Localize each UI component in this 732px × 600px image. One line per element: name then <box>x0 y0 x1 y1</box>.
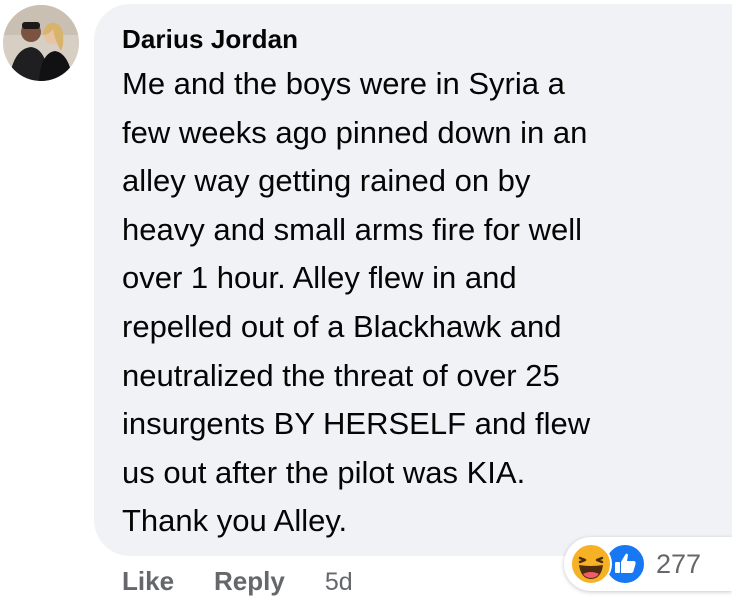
comment-bubble: Darius Jordan Me and the boys were in Sy… <box>94 4 732 556</box>
profile-photo-icon <box>3 5 79 81</box>
haha-icon <box>570 543 612 585</box>
like-button[interactable]: Like <box>122 566 174 597</box>
comment-timestamp[interactable]: 5d <box>325 568 353 597</box>
comment-author[interactable]: Darius Jordan <box>122 22 712 56</box>
comment-actions: Like Reply 5d <box>122 566 353 597</box>
reply-button[interactable]: Reply <box>214 566 285 597</box>
comment-text: Me and the boys were in Syria a few week… <box>122 66 591 539</box>
reactions-summary[interactable]: 277 <box>564 537 732 591</box>
avatar[interactable] <box>3 5 79 81</box>
reaction-count: 277 <box>656 548 702 579</box>
comment-container: Darius Jordan Me and the boys were in Sy… <box>0 0 732 600</box>
